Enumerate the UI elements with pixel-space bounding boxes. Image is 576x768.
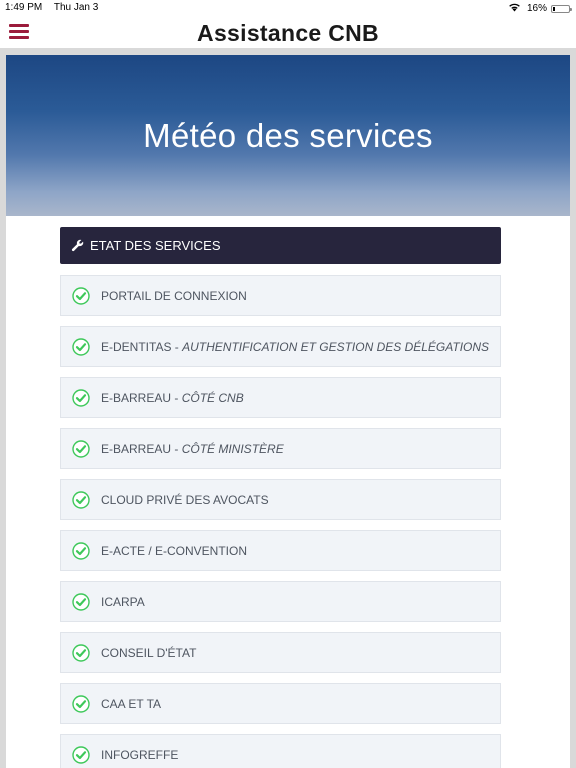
service-separator: - (171, 441, 182, 456)
service-name: E-ACTE / E-CONVENTION (101, 543, 248, 558)
service-name: CLOUD PRIVÉ DES AVOCATS (101, 492, 269, 507)
service-item[interactable]: INFOGREFFE (60, 734, 501, 768)
battery-fill (553, 6, 555, 11)
service-subtitle: AUTHENTIFICATION ET GESTION DES DÉLÉGATI… (182, 339, 490, 354)
service-name: CAA ET TA (101, 696, 162, 711)
service-subtitle: CÔTÉ MINISTÈRE (181, 441, 284, 456)
service-name: INFOGREFFE (101, 747, 179, 762)
page-title: Météo des services (143, 117, 433, 154)
service-item[interactable]: CONSEIL D'ÉTAT (60, 632, 501, 673)
service-separator: - (171, 339, 183, 354)
check-circle-icon (72, 388, 90, 407)
service-item[interactable]: E-BARREAU - CÔTÉ MINISTÈRE (60, 428, 501, 469)
check-circle-icon (72, 286, 90, 305)
service-name: E-BARREAU (101, 390, 172, 405)
hero-banner: Météo des services (6, 55, 570, 216)
service-name: E-DENTITAS (101, 339, 172, 354)
wrench-icon (71, 239, 84, 252)
check-circle-icon (72, 643, 90, 662)
service-subtitle: CÔTÉ CNB (181, 390, 244, 405)
service-item[interactable]: E-DENTITAS - AUTHENTIFICATION ET GESTION… (60, 326, 501, 367)
service-item[interactable]: CAA ET TA (60, 683, 501, 724)
service-separator: - (171, 390, 182, 405)
battery-icon (551, 4, 572, 13)
nav-bar: Assistance CNB (0, 16, 576, 48)
check-circle-icon (72, 541, 90, 560)
check-circle-icon (72, 745, 90, 764)
section-header-label: ETAT DES SERVICES (90, 238, 221, 253)
section-header-services: ETAT DES SERVICES (60, 227, 501, 264)
check-circle-icon (72, 490, 90, 509)
battery-percent: 16% (526, 3, 547, 14)
service-name: CONSEIL D'ÉTAT (101, 645, 197, 660)
service-name: ICARPA (101, 594, 145, 609)
status-left: 1:49 PM Thu Jan 3 (5, 2, 107, 13)
check-circle-icon (72, 337, 90, 356)
service-list: PORTAIL DE CONNEXION E-DENTITAS - AUTHENT… (60, 275, 501, 768)
service-item[interactable]: E-BARREAU - CÔTÉ CNB (60, 377, 501, 418)
wifi-icon (508, 2, 521, 15)
service-item[interactable]: CLOUD PRIVÉ DES AVOCATS (60, 479, 501, 520)
check-circle-icon (72, 439, 90, 458)
app-title: Assistance CNB (197, 20, 379, 46)
status-date: Thu Jan 3 (53, 2, 99, 13)
check-circle-icon (72, 694, 90, 713)
service-item[interactable]: ICARPA (60, 581, 501, 622)
check-circle-icon (72, 592, 90, 611)
service-item[interactable]: E-ACTE / E-CONVENTION (60, 530, 501, 571)
status-bar: 1:49 PM Thu Jan 3 16% (0, 0, 576, 16)
service-item[interactable]: PORTAIL DE CONNEXION (60, 275, 501, 316)
status-right: 16% (508, 2, 572, 15)
service-name: PORTAIL DE CONNEXION (101, 288, 247, 303)
main-content: Météo des services ETAT DES SERVICES POR… (6, 55, 570, 768)
service-name: E-BARREAU (101, 441, 172, 456)
status-time: 1:49 PM (5, 2, 43, 13)
